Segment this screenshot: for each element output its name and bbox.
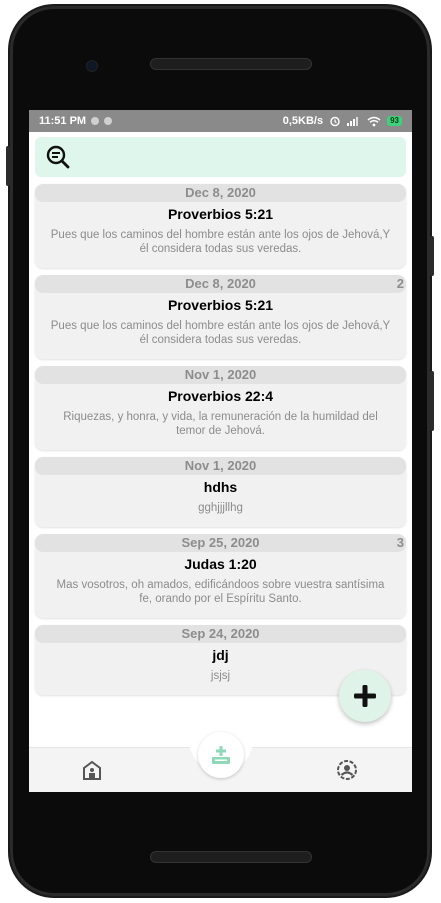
entry-text: Pues que los caminos del hombre están an…: [50, 229, 391, 255]
entry-reference: hdhs: [203, 479, 238, 495]
bottom-speaker: [150, 851, 312, 863]
entry-card[interactable]: Dec 8, 2020 2 Proverbios 5:21 Pues que l…: [35, 275, 406, 359]
volume-button: [6, 146, 10, 186]
entry-date: Dec 8, 2020: [35, 184, 406, 202]
entry-text: Pues que los caminos del hombre están an…: [50, 320, 391, 346]
entry-card[interactable]: Nov 1, 2020 Proverbios 22:4 Riquezas, y …: [35, 366, 406, 450]
nav-center-button[interactable]: [198, 732, 244, 778]
entry-reference: Proverbios 22:4: [167, 388, 274, 404]
entry-card[interactable]: Nov 1, 2020 hdhs gghjjjllhg: [35, 457, 406, 527]
entry-reference: Proverbios 5:21: [167, 206, 274, 222]
earpiece-speaker: [150, 58, 312, 70]
network-speed: 0,5KB/s: [282, 115, 324, 127]
notification-dot-icon: [104, 117, 113, 125]
entry-date: Dec 8, 2020: [35, 275, 406, 293]
account-settings-icon[interactable]: [336, 759, 358, 781]
search-list-icon[interactable]: [45, 144, 71, 170]
entry-card[interactable]: Sep 25, 2020 3 Judas 1:20 Mas vosotros, …: [35, 534, 406, 618]
entry-date: Nov 1, 2020: [35, 366, 406, 384]
power-button: [430, 371, 434, 431]
download-tray-icon: [212, 746, 230, 764]
notification-dot-icon: [91, 117, 100, 125]
bottom-navigation: [29, 728, 412, 792]
plus-icon: [354, 685, 376, 707]
entry-reference: jdj: [212, 647, 229, 663]
entry-reference: Judas 1:20: [184, 556, 257, 572]
battery-level: 93: [387, 116, 402, 126]
add-entry-button[interactable]: [339, 670, 391, 722]
entry-count: 3: [396, 535, 404, 550]
status-bar: 11:51 PM 0,5KB/s 93: [29, 110, 412, 132]
entry-date: Sep 25, 2020: [35, 534, 406, 552]
entry-text: Riquezas, y honra, y vida, la remuneraci…: [63, 411, 378, 437]
entry-list: Dec 8, 2020 Proverbios 5:21 Pues que los…: [29, 184, 412, 695]
signal-icon: [347, 117, 359, 126]
screen: 11:51 PM 0,5KB/s 93 Dec 8, 2020 Proverbi…: [29, 110, 412, 792]
wifi-icon: [367, 116, 381, 126]
search-bar[interactable]: [35, 137, 406, 177]
entry-count: 2: [396, 276, 404, 291]
entry-date: Nov 1, 2020: [35, 457, 406, 475]
entry-reference: Proverbios 5:21: [167, 297, 274, 313]
front-camera: [86, 60, 98, 72]
home-icon[interactable]: [81, 759, 103, 781]
entry-date: Sep 24, 2020: [35, 625, 406, 643]
status-time: 11:51 PM: [39, 115, 87, 127]
alarm-icon: [330, 116, 340, 127]
entry-text: Mas vosotros, oh amados, edificándoos so…: [56, 579, 385, 605]
entry-text: gghjjjllhg: [198, 502, 243, 514]
volume-up-button: [430, 236, 434, 276]
entry-card[interactable]: Dec 8, 2020 Proverbios 5:21 Pues que los…: [35, 184, 406, 268]
